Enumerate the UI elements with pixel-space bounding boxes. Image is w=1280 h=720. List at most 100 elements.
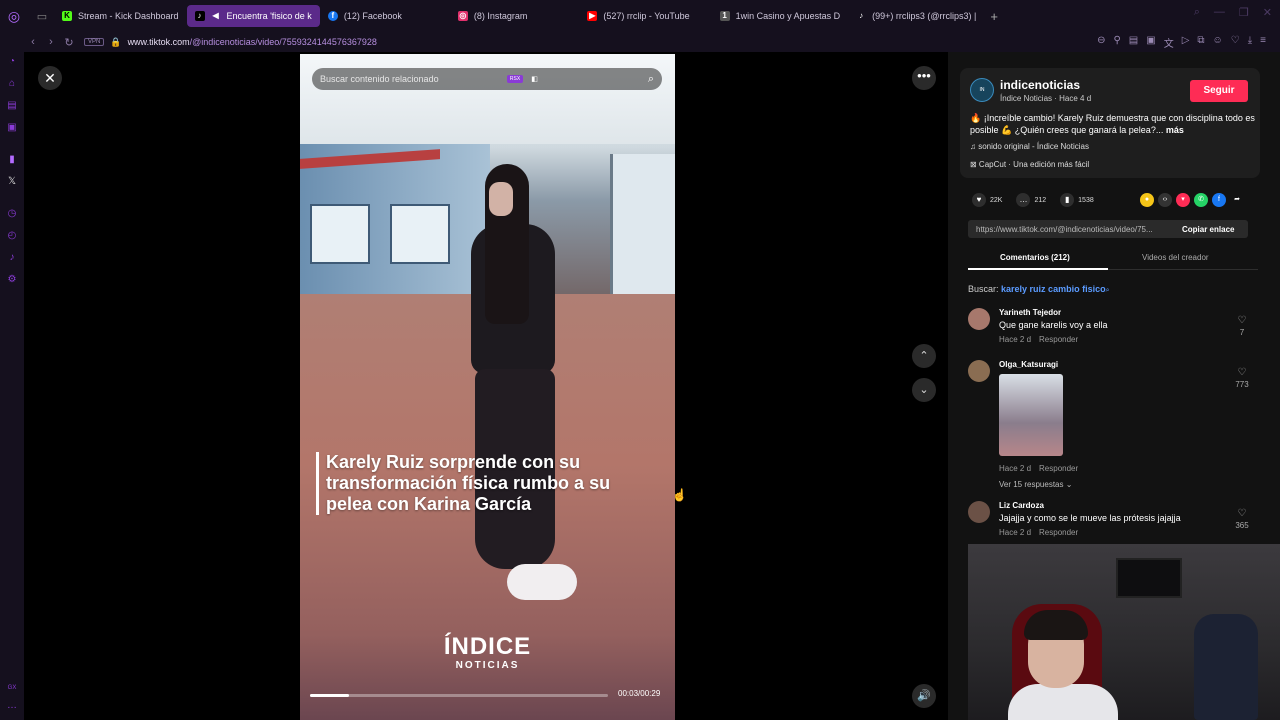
reply-button[interactable]: Responder xyxy=(1039,464,1078,473)
new-tab-button[interactable]: + xyxy=(990,9,998,24)
sidebar-gx-icon[interactable]: GX xyxy=(6,682,18,694)
sidebar-x-icon[interactable]: 𝕏 xyxy=(6,176,18,188)
capcut-link[interactable]: ⊠ CapCut · Una edición más fácil xyxy=(970,160,1089,169)
extensions-icon[interactable]: ⧉ xyxy=(1197,35,1204,50)
comment-action[interactable]: … 212 xyxy=(1016,193,1046,207)
reply-button[interactable]: Responder xyxy=(1039,528,1078,537)
reader-icon[interactable]: ▤ xyxy=(1129,35,1138,50)
comment-like[interactable]: ♡ 7 xyxy=(1230,316,1254,338)
search-term-link[interactable]: karely ruiz cambio fisico xyxy=(1001,284,1106,294)
commenter-avatar[interactable] xyxy=(968,360,990,382)
search-icon[interactable]: ⌕ xyxy=(1106,287,1110,294)
coin-icon[interactable]: ● xyxy=(1140,193,1154,207)
tab-comments[interactable]: Comentarios (212) xyxy=(1000,253,1070,262)
progress-fill xyxy=(310,694,349,697)
previous-video-button[interactable]: ⌃ xyxy=(912,344,936,368)
zoom-icon[interactable]: ⊖ xyxy=(1097,35,1105,50)
like-count: 22K xyxy=(990,196,1003,204)
view-replies-link[interactable]: Ver 15 respuestas ⌄ xyxy=(999,480,1072,489)
like-action[interactable]: ♥ 22K xyxy=(972,193,1002,207)
url-field[interactable]: www.tiktok.com/@indicenoticias/video/755… xyxy=(128,37,377,47)
volume-button[interactable]: 🔊 xyxy=(912,684,936,708)
url-path: /@indicenoticias/video/75593241445763679… xyxy=(189,37,377,47)
tab-youtube[interactable]: ▶ (527) rrclip - YouTube xyxy=(579,5,697,27)
commenter-name[interactable]: Liz Cardoza xyxy=(999,501,1044,510)
commenter-name[interactable]: Yarineth Tejedor xyxy=(999,308,1061,317)
back-icon[interactable]: ‹ xyxy=(24,36,42,48)
pin-icon[interactable]: ⚲ xyxy=(1113,35,1120,50)
sidebar-messenger-icon[interactable]: ◔ xyxy=(6,56,18,68)
play-icon[interactable]: ▷ xyxy=(1182,35,1190,50)
rsx-badge[interactable]: RSX xyxy=(506,75,524,83)
facebook-share-icon[interactable]: f xyxy=(1212,193,1226,207)
commenter-name[interactable]: Olga_Katsuragi xyxy=(999,360,1058,369)
screenshot-icon[interactable]: ▣ xyxy=(1146,35,1155,50)
comment-count: 212 xyxy=(1034,196,1047,204)
reply-button[interactable]: Responder xyxy=(1039,335,1078,344)
save-action[interactable]: ▮ 1538 xyxy=(1060,193,1094,207)
sidebar-twitch-icon[interactable]: ▮ xyxy=(6,154,18,166)
profile-icon[interactable]: ☺ xyxy=(1213,35,1223,50)
commenter-avatar[interactable] xyxy=(968,308,990,330)
copy-link-button[interactable]: Copiar enlace xyxy=(1172,225,1234,234)
video-progress-bar[interactable] xyxy=(310,694,608,697)
tab-instagram[interactable]: ◎ (8) Instagram xyxy=(450,5,536,27)
author-avatar[interactable]: IN xyxy=(970,78,994,102)
reload-icon[interactable]: ↻ xyxy=(60,36,78,49)
close-window-icon[interactable]: ✕ xyxy=(1263,6,1272,19)
comment-like-count: 773 xyxy=(1235,380,1249,389)
search-icon[interactable]: ⌕ xyxy=(648,73,654,86)
menu-icon[interactable]: ≡ xyxy=(1260,35,1266,50)
post-description: 🔥 ¡Increíble cambio! Karely Ruiz demuest… xyxy=(970,112,1260,136)
tab-tiktok-search[interactable]: ♪ ◀ Encuentra 'fisico de k xyxy=(186,5,320,27)
sidebar-box-icon[interactable]: ▤ xyxy=(6,100,18,112)
embed-icon[interactable]: ‹› xyxy=(1158,193,1172,207)
maximize-icon[interactable]: ❐ xyxy=(1239,6,1249,19)
lock-icon[interactable]: 🔒 xyxy=(110,37,121,48)
minimize-icon[interactable]: — xyxy=(1214,6,1225,19)
browser-logo-icon[interactable]: ◎ xyxy=(2,4,26,28)
author-username[interactable]: indicenoticias xyxy=(1000,78,1080,92)
translate-icon[interactable]: 文 xyxy=(1164,35,1174,50)
share-arrow-icon[interactable]: ➦ xyxy=(1230,193,1244,207)
comment-time: Hace 2 d xyxy=(999,464,1032,473)
capture-icon[interactable]: ◧ xyxy=(531,75,538,83)
sidebar-shop-icon[interactable]: ⌂ xyxy=(6,78,18,90)
comment-like[interactable]: ♡ 773 xyxy=(1230,368,1254,390)
comment-like[interactable]: ♡ 365 xyxy=(1230,509,1254,531)
sidebar-clock-icon[interactable]: ◴ xyxy=(6,230,18,242)
more-options-button[interactable]: ••• xyxy=(912,66,936,90)
follow-button[interactable]: Seguir xyxy=(1190,80,1248,102)
tab-creator-videos[interactable]: Videos del creador xyxy=(1142,253,1209,262)
search-tabs-icon[interactable]: ⌕ xyxy=(1194,6,1200,19)
related-search-input[interactable]: Buscar contenido relacionado RSX ◧ ⌕ xyxy=(312,68,662,90)
comment-time: Hace 2 d xyxy=(999,335,1032,344)
sidebar-chat-icon[interactable]: ▣ xyxy=(6,122,18,134)
forward-icon[interactable]: › xyxy=(42,36,60,48)
workspaces-icon[interactable]: ▭ xyxy=(30,4,54,28)
more-link[interactable]: más xyxy=(1166,125,1184,135)
tab-1win[interactable]: 1 1win Casino y Apuestas D xyxy=(712,5,849,27)
vpn-badge[interactable]: VPN xyxy=(84,38,105,46)
sidebar-more-icon[interactable]: … xyxy=(6,700,18,712)
sidebar-music-icon[interactable]: ♪ xyxy=(6,252,18,264)
comment-image[interactable] xyxy=(999,374,1063,456)
sidebar-settings-icon[interactable]: ⚙ xyxy=(6,274,18,286)
next-video-button[interactable]: ⌄ xyxy=(912,378,936,402)
music-link[interactable]: ♫ sonido original - Índice Noticias xyxy=(970,142,1089,151)
commenter-avatar[interactable] xyxy=(968,501,990,523)
tab-facebook[interactable]: f (12) Facebook xyxy=(320,5,410,27)
heart-icon[interactable]: ♡ xyxy=(1231,35,1240,50)
close-button[interactable]: ✕ xyxy=(38,66,62,90)
video-player[interactable]: Buscar contenido relacionado RSX ◧ ⌕ Kar… xyxy=(300,54,675,720)
tab-kick[interactable]: K Stream - Kick Dashboard xyxy=(54,5,187,27)
sidebar-history-icon[interactable]: ◷ xyxy=(6,208,18,220)
brand-subtitle: NOTICIAS xyxy=(455,660,520,671)
tab-rrclips[interactable]: ♪ (99+) rrclips3 (@rrclips3) | xyxy=(848,5,984,27)
send-icon[interactable]: ▾ xyxy=(1176,193,1190,207)
whatsapp-icon[interactable]: ✆ xyxy=(1194,193,1208,207)
comment-text: Que gane karelis voy a ella xyxy=(999,320,1108,330)
share-link-text[interactable]: https://www.tiktok.com/@indicenoticias/v… xyxy=(968,225,1172,234)
download-icon[interactable]: ⤓ xyxy=(1248,35,1252,50)
url-domain: www.tiktok.com xyxy=(127,37,190,47)
